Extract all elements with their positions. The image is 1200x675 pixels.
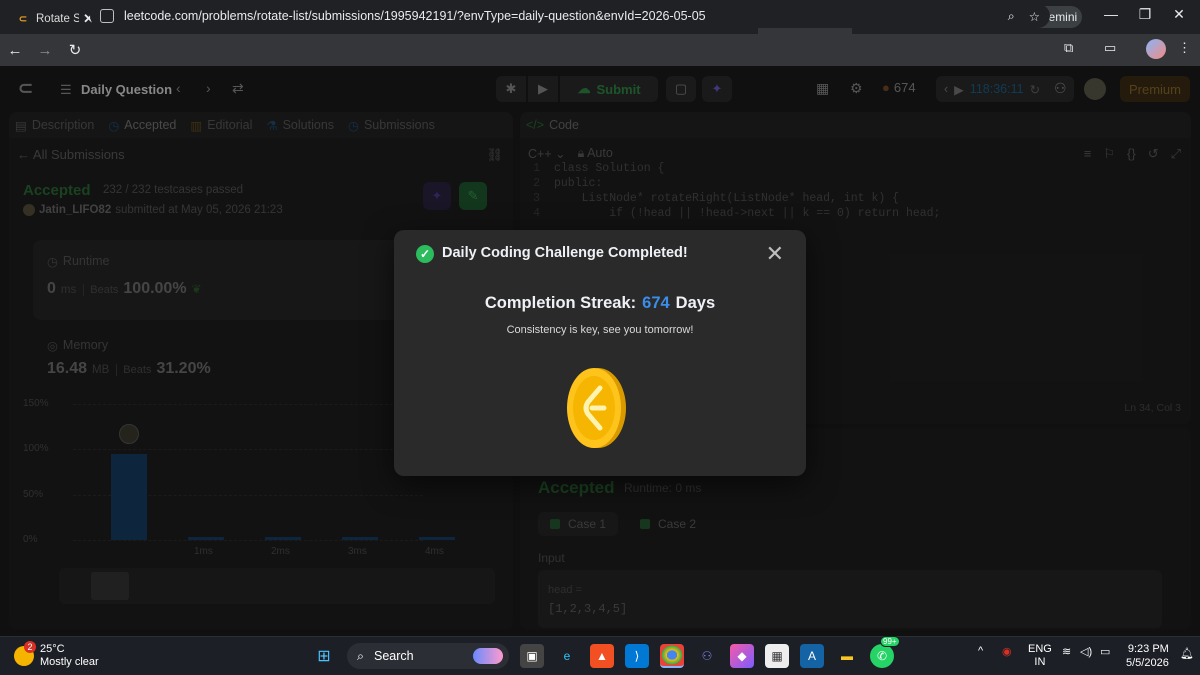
minimize-button[interactable]: —: [1096, 6, 1126, 22]
language-indicator[interactable]: ENG IN: [1028, 643, 1052, 669]
taskbar-search[interactable]: ⌕ Search: [347, 643, 509, 669]
url-bar[interactable]: leetcode.com/problems/rotate-list/submis…: [90, 4, 1050, 28]
address-bar-row: ← → ↻: [0, 34, 1200, 66]
brave-icon[interactable]: ▲: [590, 644, 614, 668]
menu-kebab-icon[interactable]: ⋮: [1178, 40, 1191, 56]
battery-icon[interactable]: ▭: [1100, 645, 1110, 658]
back-icon[interactable]: ←: [0, 42, 30, 59]
system-clock[interactable]: 9:23 PM 5/5/2026: [1126, 642, 1169, 670]
check-circle-icon: ✓: [416, 245, 434, 263]
modal-title: Daily Coding Challenge Completed!: [442, 245, 688, 261]
file-explorer-icon[interactable]: ▬: [835, 644, 859, 668]
profile-avatar[interactable]: [1146, 39, 1166, 59]
extensions-icon[interactable]: ⧉: [1064, 40, 1073, 56]
chrome-icon[interactable]: [660, 644, 684, 668]
wifi-icon[interactable]: ≋: [1062, 645, 1071, 658]
daily-challenge-modal: ✓ Daily Coding Challenge Completed! ✕ Co…: [394, 230, 806, 476]
search-highlight-icon: [473, 648, 503, 664]
store-icon[interactable]: ▦: [765, 644, 789, 668]
maximize-button[interactable]: ❐: [1130, 6, 1160, 23]
notification-bell-icon[interactable]: 🔔︎: [1180, 647, 1194, 660]
whatsapp-icon[interactable]: ✆ 99+: [870, 636, 900, 668]
volume-icon[interactable]: ◁): [1080, 645, 1092, 658]
site-info-icon[interactable]: [100, 9, 114, 23]
leetcode-coin-icon: [567, 368, 626, 448]
reading-list-icon[interactable]: ▭: [1104, 40, 1116, 56]
modal-message: Consistency is key, see you tomorrow!: [506, 324, 694, 336]
completion-streak: Completion Streak: 674 Days: [484, 294, 716, 312]
weather-widget[interactable]: 2 25°C Mostly clear: [14, 641, 99, 669]
teams-icon[interactable]: ⚇: [695, 644, 719, 668]
azure-icon[interactable]: A: [800, 644, 824, 668]
browser-tab[interactable]: ⊂ Rotate Si ✕: [6, 4, 100, 34]
bookmark-star-icon[interactable]: ☆: [1029, 9, 1040, 24]
windows-taskbar: 2 25°C Mostly clear ⊞ ⌕ Search ▣ e ▲ ⟩ ⚇ ◆…: [0, 636, 1200, 675]
task-view-icon[interactable]: ▣: [520, 644, 544, 668]
edge-icon[interactable]: e: [555, 644, 579, 668]
close-window-button[interactable]: ✕: [1164, 6, 1194, 23]
mic-muted-icon[interactable]: ◉: [1002, 645, 1012, 658]
vscode-icon[interactable]: ⟩: [625, 644, 649, 668]
tab-favicon-icon: ⊂: [18, 13, 28, 25]
weather-sun-icon: 2: [14, 641, 36, 666]
search-icon: ⌕: [357, 648, 365, 663]
url-text: leetcode.com/problems/rotate-list/submis…: [124, 9, 706, 23]
zoom-icon[interactable]: ⌕: [1008, 9, 1015, 24]
copilot-icon[interactable]: ◆: [730, 644, 754, 668]
windows-start-icon[interactable]: ⊞: [312, 644, 336, 668]
tray-overflow-icon[interactable]: ^: [978, 645, 983, 657]
close-icon[interactable]: ✕: [766, 241, 784, 267]
tab-title: Rotate Si: [36, 13, 80, 25]
streak-number: 674: [642, 294, 670, 312]
forward-icon[interactable]: →: [30, 42, 60, 59]
reload-icon[interactable]: ↻: [60, 41, 90, 59]
